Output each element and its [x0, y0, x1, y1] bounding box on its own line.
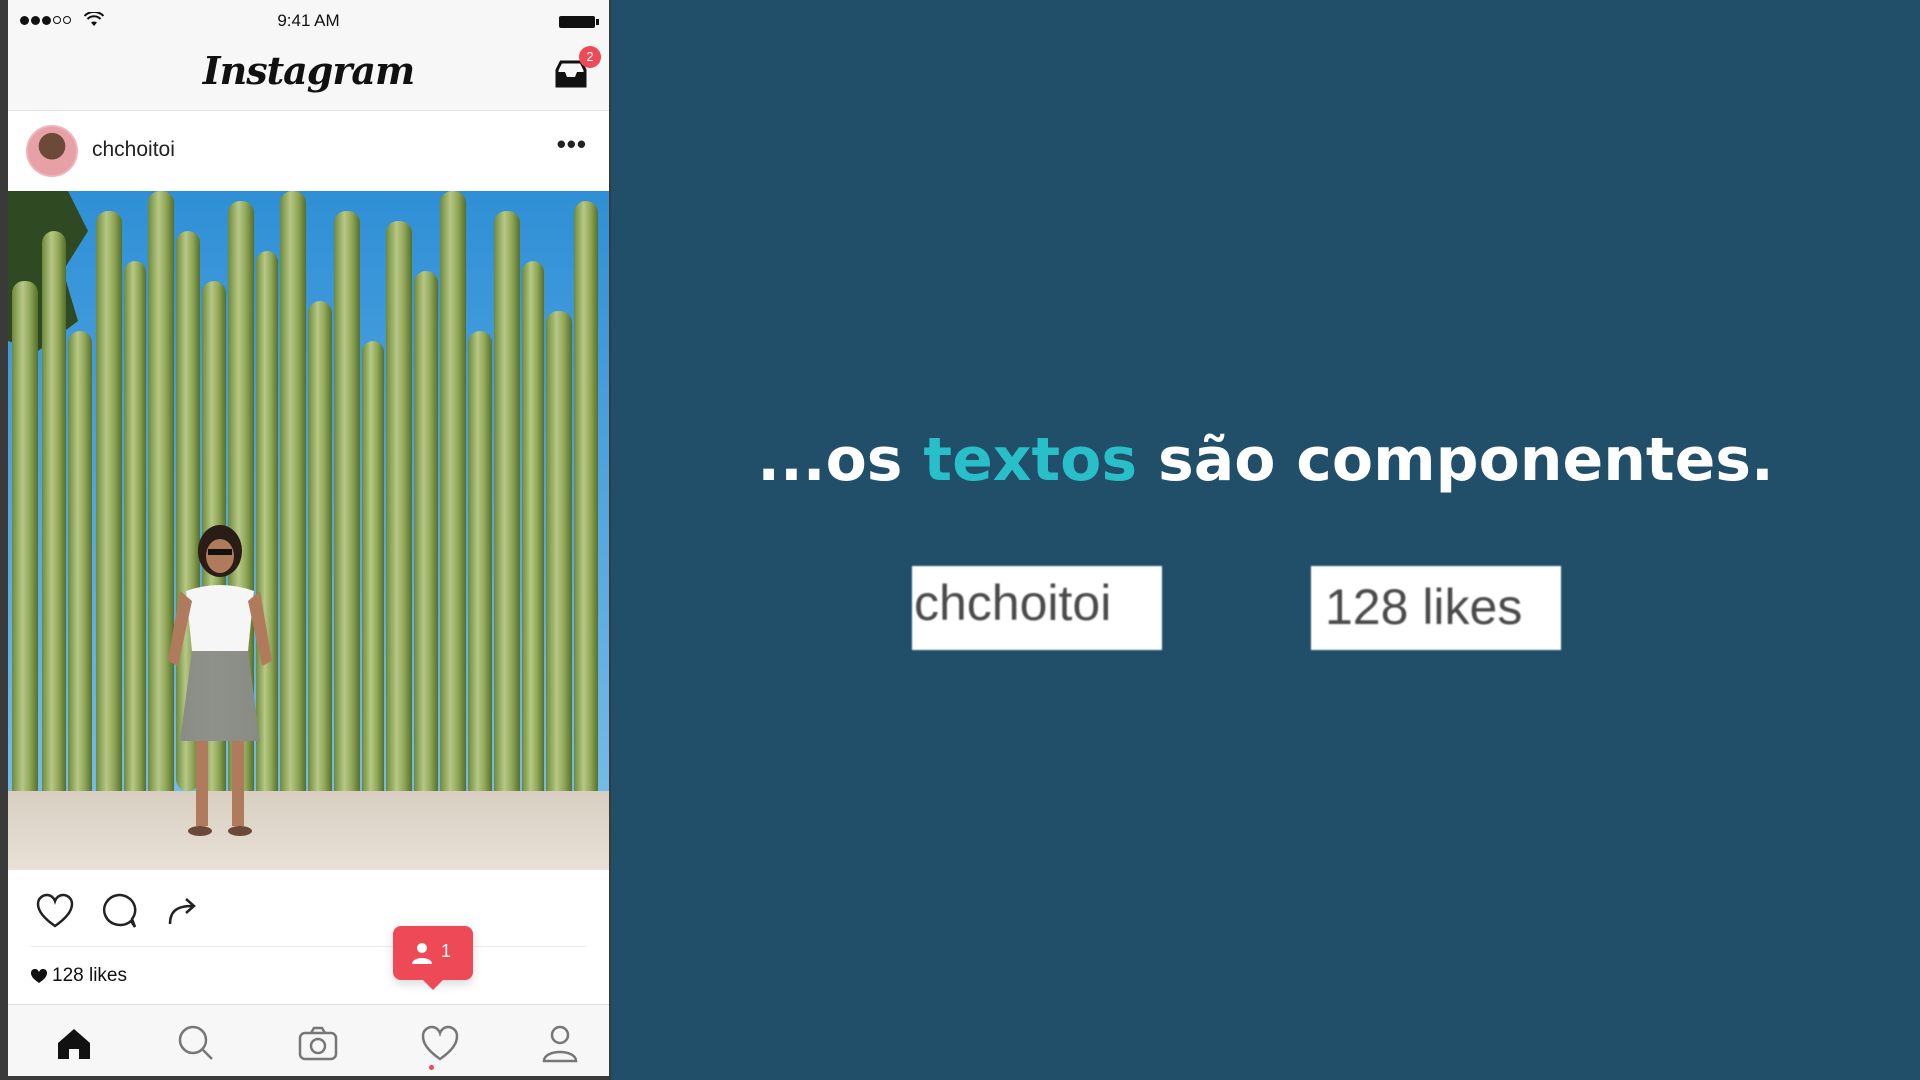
headline-prefix: ...os [757, 425, 924, 495]
comment-icon[interactable] [98, 890, 140, 932]
likes-label: 128 likes [52, 965, 127, 986]
avatar[interactable] [26, 125, 78, 177]
app-header: Instagram 2 [8, 40, 609, 111]
more-options-icon[interactable]: ••• [557, 129, 587, 160]
search-icon[interactable] [174, 1021, 218, 1065]
battery-icon [559, 16, 599, 28]
username-text-component: chchoitoi [912, 566, 1162, 650]
likes-count[interactable]: 128 likes [30, 965, 127, 987]
headline-accent: textos [923, 425, 1138, 495]
instagram-logo: Instagram [202, 48, 415, 93]
home-icon[interactable] [52, 1021, 96, 1065]
inbox-badge: 2 [579, 46, 601, 68]
tab-bar [8, 1004, 609, 1076]
slide: 9:41 AM Instagram 2 chchoitoi ••• 128 li… [0, 0, 1920, 1080]
follower-icon [412, 943, 432, 964]
activity-dot [429, 1065, 434, 1070]
chip-username-text: chchoitoi [914, 575, 1112, 631]
activity-notification[interactable]: 1 [393, 926, 473, 990]
notification-count: 1 [441, 941, 452, 961]
profile-icon[interactable] [538, 1021, 582, 1065]
small-heart-icon [31, 969, 47, 983]
chip-likes-text: 128 likes [1325, 579, 1523, 635]
post-header: chchoitoi ••• [8, 111, 609, 191]
like-heart-icon[interactable] [34, 890, 76, 932]
heart-icon[interactable] [418, 1021, 462, 1065]
likes-row: 128 likes [8, 947, 609, 1004]
likes-text-component: 128 likes [1311, 566, 1561, 650]
status-time: 9:41 AM [277, 11, 340, 30]
headline-suffix: são componentes. [1137, 425, 1774, 495]
post-photo[interactable] [8, 191, 609, 870]
post-username[interactable]: chchoitoi [92, 138, 175, 162]
camera-icon[interactable] [296, 1021, 340, 1065]
status-bar: 9:41 AM [8, 0, 609, 40]
share-icon[interactable] [162, 890, 204, 932]
post-actions [8, 870, 609, 948]
phone-mockup: 9:41 AM Instagram 2 chchoitoi ••• 128 li… [0, 0, 611, 1080]
slide-headline: ...os textos são componentes. [611, 425, 1920, 495]
